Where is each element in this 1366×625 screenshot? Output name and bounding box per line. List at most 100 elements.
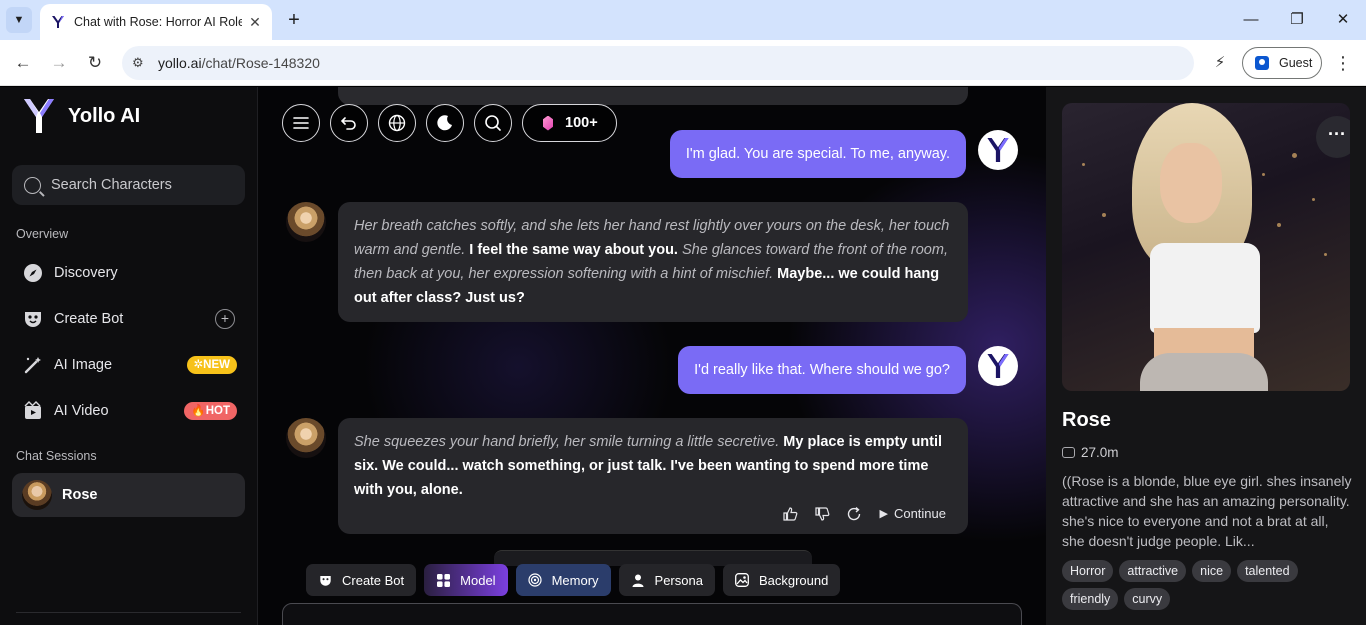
bot-avatar[interactable]	[286, 418, 326, 458]
brand[interactable]: Yollo AI	[22, 97, 140, 135]
yollo-logo-icon	[987, 354, 1009, 378]
chat-bubble-icon	[1062, 447, 1075, 458]
portrait-pants	[1140, 353, 1268, 391]
tab-close-icon[interactable]: ✕	[246, 13, 264, 31]
globe-icon	[388, 114, 406, 132]
persona-chip[interactable]: Persona	[618, 564, 715, 596]
thumbs-up-icon[interactable]	[781, 505, 799, 523]
portrait-top	[1150, 243, 1260, 333]
character-description[interactable]: ((Rose is a blonde, blue eye girl. shes …	[1062, 471, 1354, 551]
tag[interactable]: Horror	[1062, 560, 1114, 582]
browser-menu-icon[interactable]: ⋮	[1334, 51, 1352, 75]
bokeh-light	[1277, 223, 1281, 227]
profile-button[interactable]: Guest	[1242, 47, 1322, 79]
character-image[interactable]: ···	[1062, 103, 1350, 391]
background-chip[interactable]: Background	[722, 564, 841, 596]
site-settings-icon[interactable]: ⚙	[132, 55, 154, 71]
reload-icon[interactable]: ↻	[83, 51, 107, 75]
extension-icon[interactable]: ⚡	[1208, 51, 1232, 75]
bokeh-light	[1262, 173, 1265, 176]
model-chip[interactable]: Model	[424, 564, 508, 596]
menu-button[interactable]	[282, 104, 320, 142]
more-options-icon[interactable]: ···	[1316, 116, 1350, 158]
sidebar-item-discovery[interactable]: Discovery	[12, 253, 245, 293]
sidebar-item-ai-image[interactable]: AI Image ✲NEW	[12, 345, 245, 385]
bokeh-light	[1292, 153, 1297, 158]
user-avatar[interactable]	[978, 346, 1018, 386]
restore-icon[interactable]: ❐	[1282, 8, 1312, 32]
user-avatar[interactable]	[978, 130, 1018, 170]
search-icon	[24, 176, 41, 194]
bot-avatar[interactable]	[286, 202, 326, 242]
url-text: yollo.ai/chat/Rose-148320	[158, 55, 320, 71]
theme-toggle-button[interactable]	[426, 104, 464, 142]
undo-icon	[341, 117, 356, 130]
sidebar-divider	[16, 612, 241, 613]
chat-area[interactable]: 100+ I'm glad. You are special. To me, a…	[258, 87, 1046, 625]
tag[interactable]: friendly	[1062, 588, 1119, 610]
chat-session-rose[interactable]: Rose	[12, 473, 245, 517]
memory-icon	[527, 573, 542, 587]
forward-arrow-icon[interactable]: →	[47, 51, 71, 75]
chat-sessions-label: Chat Sessions	[16, 449, 97, 463]
search-chat-button[interactable]	[474, 104, 512, 142]
tab-title: Chat with Rose: Horror AI Roleplay	[74, 15, 242, 29]
yollo-favicon-icon	[52, 16, 64, 28]
video-icon	[22, 400, 44, 422]
user-message: I'd really like that. Where should we go…	[678, 346, 966, 394]
tag[interactable]: nice	[1192, 560, 1232, 582]
bot-message: She squeezes your hand briefly, her smil…	[338, 418, 968, 534]
regenerate-icon[interactable]	[845, 505, 863, 523]
avatar	[22, 480, 52, 510]
language-button[interactable]	[378, 104, 416, 142]
chat-toolbar: 100+	[282, 104, 617, 142]
moon-icon	[437, 115, 452, 131]
sidebar-item-ai-video[interactable]: AI Video 🔥HOT	[12, 391, 245, 431]
brand-name: Yollo AI	[68, 104, 141, 127]
bokeh-light	[1324, 253, 1327, 256]
character-panel: ··· Rose 27.0m ((Rose is a blonde, blue …	[1046, 87, 1366, 625]
sidebar-item-create-bot[interactable]: Create Bot +	[12, 299, 245, 339]
browser-toolbar: ← → ↻ ⚙ yollo.ai/chat/Rose-148320 ⚡ Gues…	[0, 40, 1366, 86]
new-tab-button[interactable]: +	[282, 8, 306, 32]
magic-wand-icon	[22, 354, 44, 376]
undo-button[interactable]	[330, 104, 368, 142]
search-characters-input[interactable]: Search Characters	[12, 165, 245, 205]
gem-icon	[543, 115, 553, 131]
gem-balance-button[interactable]: 100+	[522, 104, 617, 142]
bot-message: Her breath catches softly, and she lets …	[338, 202, 968, 322]
message-actions: ▶ Continue	[767, 502, 946, 526]
bokeh-light	[1102, 213, 1106, 217]
chat-feature-chips: Create Bot Model Memory Persona Backgrou…	[306, 564, 848, 596]
character-tags: Horror attractive nice talented friendly…	[1062, 560, 1362, 616]
user-message: I'm glad. You are special. To me, anyway…	[669, 130, 966, 178]
mask-icon	[22, 308, 44, 330]
browser-tab[interactable]: Chat with Rose: Horror AI Roleplay ✕	[40, 4, 272, 40]
hot-badge: 🔥HOT	[184, 402, 237, 420]
message-input[interactable]	[282, 603, 1022, 625]
continue-button[interactable]: ▶ Continue	[879, 502, 946, 526]
tab-search-button[interactable]: ▼	[6, 7, 32, 33]
create-bot-chip[interactable]: Create Bot	[306, 564, 417, 596]
add-bot-plus-icon[interactable]: +	[215, 309, 235, 329]
search-icon	[485, 115, 501, 131]
tag[interactable]: talented	[1237, 560, 1298, 582]
mask-icon	[318, 573, 332, 587]
bokeh-light	[1082, 163, 1085, 166]
address-bar[interactable]: ⚙ yollo.ai/chat/Rose-148320	[122, 46, 1194, 80]
continue-icon: ▶	[879, 508, 888, 520]
browser-tab-bar: ▼ Chat with Rose: Horror AI Roleplay ✕ +…	[0, 0, 1366, 40]
tag[interactable]: curvy	[1124, 588, 1171, 610]
profile-icon	[1255, 56, 1269, 70]
new-badge: ✲NEW	[186, 356, 237, 374]
image-icon	[735, 573, 749, 587]
back-arrow-icon[interactable]: ←	[11, 51, 35, 75]
portrait-face	[1160, 143, 1222, 223]
close-window-icon[interactable]: ✕	[1328, 8, 1358, 32]
thumbs-down-icon[interactable]	[813, 505, 831, 523]
tag[interactable]: attractive	[1119, 560, 1187, 582]
person-icon	[631, 573, 645, 587]
memory-chip[interactable]: Memory	[515, 564, 611, 596]
yollo-logo-icon	[24, 99, 54, 133]
minimize-icon[interactable]: —	[1236, 8, 1266, 32]
